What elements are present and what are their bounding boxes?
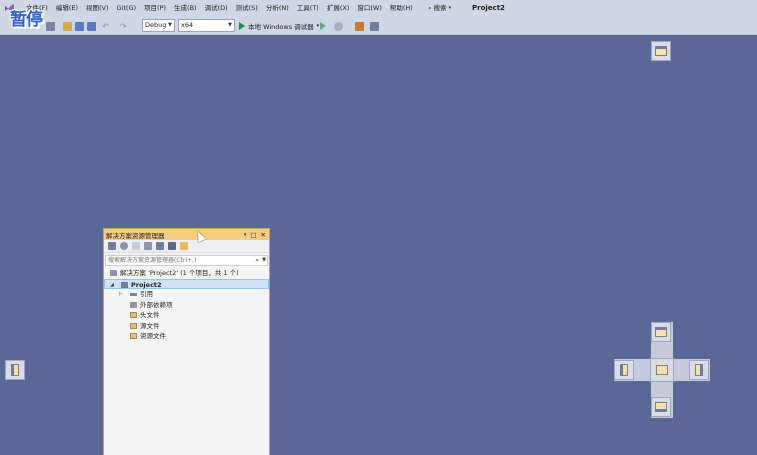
- tree-project[interactable]: ◢ Project2: [104, 278, 269, 289]
- search-icon: ⌕: [255, 256, 259, 264]
- tree-references[interactable]: ▷ 引用: [104, 289, 269, 300]
- solution-explorer-toolbar: [104, 240, 269, 253]
- menu-window[interactable]: 窗口(W): [353, 0, 386, 17]
- solution-explorer-titlebar[interactable]: 解决方案资源管理器 ▾ □ ✕: [104, 229, 269, 240]
- tree-external-deps[interactable]: 外部依赖项: [104, 300, 269, 311]
- show-all-files-icon[interactable]: [156, 242, 164, 250]
- menu-debug[interactable]: 调试(D): [201, 0, 232, 17]
- menu-project[interactable]: 项目(P): [140, 0, 170, 17]
- chevron-down-icon: ▾: [448, 5, 452, 11]
- undo-button[interactable]: ↶: [102, 20, 109, 32]
- dock-center-tab[interactable]: [650, 358, 674, 382]
- menu-items: 文件(F) 编辑(E) 视图(V) Git(G) 项目(P) 生成(B) 调试(…: [22, 0, 417, 17]
- switch-views-icon[interactable]: [108, 242, 116, 250]
- config-value: Debug: [145, 21, 167, 29]
- run-label: 本地 Windows 调试器: [248, 22, 314, 31]
- search-menu[interactable]: ⌕ 搜索 ▾: [428, 0, 451, 17]
- folder-icon: [130, 312, 137, 318]
- open-button[interactable]: [63, 20, 72, 32]
- toolbox-button[interactable]: [355, 20, 364, 32]
- tree-node-label: 外部依赖项: [140, 300, 173, 309]
- collapsed-icon[interactable]: ▷: [119, 289, 123, 300]
- menu-view[interactable]: 视图(V): [82, 0, 113, 17]
- menu-analyze[interactable]: 分析(N): [262, 0, 293, 17]
- dock-left-guide[interactable]: [5, 360, 25, 380]
- redo-button[interactable]: ↷: [120, 20, 127, 32]
- menu-build[interactable]: 生成(B): [170, 0, 201, 17]
- dock-bottom-icon: [655, 402, 667, 412]
- folder-icon: [130, 322, 137, 329]
- project-label: Project2: [131, 280, 162, 289]
- hot-reload-button[interactable]: [334, 20, 343, 32]
- solution-explorer-title: 解决方案资源管理器: [106, 231, 165, 240]
- solution-explorer: 解决方案资源管理器 ▾ □ ✕ 搜索解决方案资源管理器(Ctrl+;) ⌕ ▼ …: [103, 228, 270, 455]
- search-placeholder: 搜索解决方案资源管理器(Ctrl+;): [108, 257, 197, 264]
- dock-top-guide[interactable]: [651, 41, 671, 61]
- chevron-down-icon: ▼: [228, 22, 232, 28]
- solution-search-input[interactable]: 搜索解决方案资源管理器(Ctrl+;) ⌕ ▼: [105, 255, 268, 266]
- history-icon[interactable]: [120, 242, 128, 250]
- tree-node-label: 头文件: [140, 311, 160, 319]
- menu-help[interactable]: 帮助(H): [386, 0, 417, 17]
- menu-tools[interactable]: 工具(T): [293, 0, 323, 17]
- redo-icon: ↷: [120, 21, 127, 31]
- collapse-all-icon[interactable]: [144, 242, 152, 250]
- search-icon: ⌕: [428, 4, 432, 12]
- search-label: 搜索: [433, 4, 447, 12]
- menu-bar: 文件(F) 编辑(E) 视图(V) Git(G) 项目(P) 生成(B) 调试(…: [0, 0, 757, 17]
- chevron-down-icon: ▼: [168, 22, 172, 28]
- tree-resource-files[interactable]: 资源文件: [104, 331, 269, 342]
- platform-value: x64: [181, 21, 194, 29]
- dock-top-icon: [655, 327, 667, 337]
- save-button[interactable]: [75, 20, 84, 32]
- menu-extensions[interactable]: 扩展(X): [323, 0, 354, 17]
- tree-solution[interactable]: 解决方案 'Project2' (1 个项目，共 1 个): [104, 268, 269, 279]
- menu-edit[interactable]: 编辑(E): [52, 0, 82, 17]
- undo-icon: ↶: [102, 21, 109, 31]
- project-title: Project2: [472, 4, 505, 12]
- menu-git[interactable]: Git(G): [113, 0, 141, 17]
- dock-center-bottom[interactable]: [651, 397, 671, 417]
- dock-center-right[interactable]: [689, 360, 709, 380]
- new-item-button[interactable]: [46, 20, 55, 32]
- project-icon: [121, 281, 128, 288]
- chevron-down-icon[interactable]: ▾: [244, 232, 247, 238]
- chevron-down-icon: ▼: [262, 257, 266, 263]
- platform-dropdown[interactable]: x64 ▼: [178, 19, 235, 32]
- tree-node-label: 引用: [140, 290, 153, 298]
- tree-source-files[interactable]: 源文件: [104, 321, 269, 332]
- dock-center-left[interactable]: [614, 360, 634, 380]
- maximize-icon[interactable]: □: [250, 231, 256, 239]
- save-all-button[interactable]: [87, 20, 96, 32]
- dock-center-guide: [614, 322, 710, 418]
- tree-header-files[interactable]: 头文件: [104, 310, 269, 321]
- dock-center-top[interactable]: [651, 322, 671, 342]
- play-outline-icon: [320, 22, 326, 30]
- preview-icon[interactable]: [180, 242, 188, 250]
- solution-icon: [110, 270, 117, 276]
- dock-left-icon: [11, 364, 19, 376]
- back-icon[interactable]: [132, 242, 140, 250]
- properties-icon[interactable]: [168, 242, 176, 250]
- close-icon[interactable]: ✕: [261, 231, 266, 239]
- config-dropdown[interactable]: Debug ▼: [142, 19, 175, 32]
- tree-node-label: 源文件: [140, 321, 160, 330]
- dock-left-icon: [620, 364, 628, 376]
- dock-right-icon: [695, 364, 703, 376]
- toolbar: ↶ ↷ Debug ▼ x64 ▼ 本地 Windows 调试器 ▾: [0, 17, 757, 35]
- start-debugging-button[interactable]: 本地 Windows 调试器 ▾: [239, 19, 319, 32]
- menu-test[interactable]: 测试(S): [232, 0, 262, 17]
- play-icon: [239, 21, 245, 30]
- folder-icon: [130, 333, 137, 339]
- reference-icon: [130, 292, 137, 296]
- solution-label: 解决方案 'Project2' (1 个项目，共 1 个): [120, 269, 239, 277]
- external-deps-icon: [130, 301, 137, 308]
- dock-tab-icon: [656, 365, 668, 375]
- dock-top-icon: [655, 46, 667, 56]
- tree-node-label: 资源文件: [140, 332, 166, 340]
- start-without-debugging-button[interactable]: [320, 20, 326, 32]
- layout-button[interactable]: [370, 20, 379, 32]
- chevron-down-icon: ▾: [316, 22, 320, 29]
- pause-overlay: 暂停: [10, 10, 43, 30]
